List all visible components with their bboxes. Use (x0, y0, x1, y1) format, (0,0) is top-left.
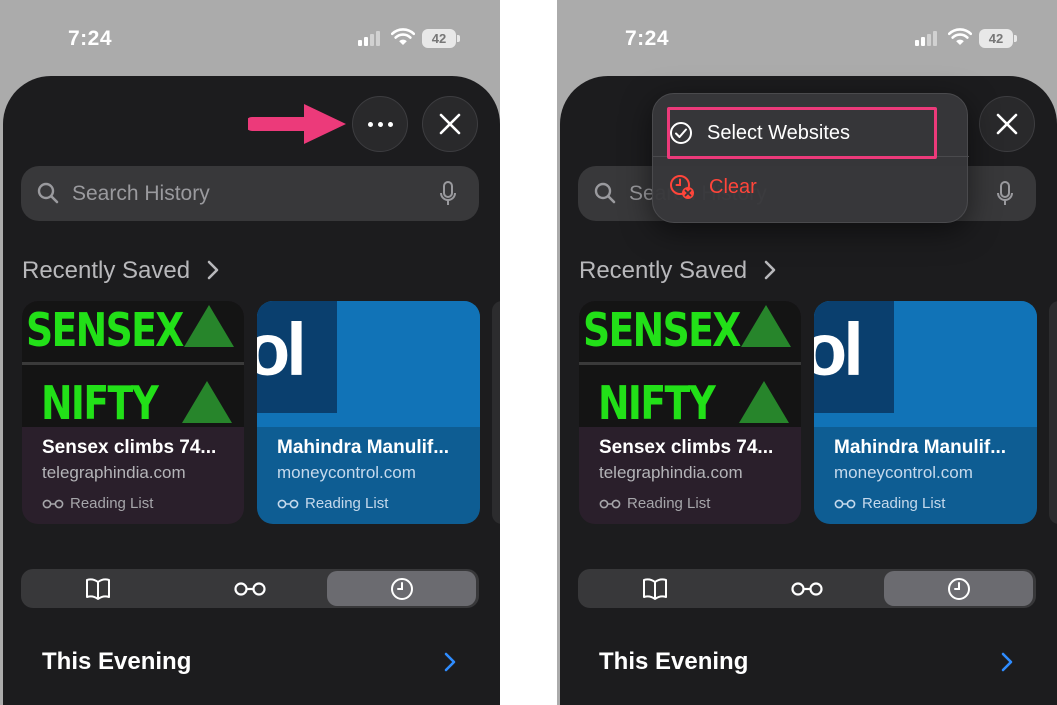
library-segmented-control (578, 569, 1036, 608)
ellipsis-icon (367, 121, 393, 127)
search-icon (37, 182, 59, 204)
battery-tip (1014, 35, 1017, 42)
search-history-field[interactable]: Search History (21, 166, 479, 221)
tab-bookmarks[interactable] (580, 571, 729, 606)
reading-list-badge: Reading List (277, 495, 388, 512)
battery-tip (457, 35, 460, 42)
chevron-right-icon (764, 260, 776, 280)
saved-card-sensex[interactable]: SENSEX NIFTY Sensex climbs 74... telegra… (22, 301, 244, 524)
saved-card-sensex[interactable]: SENSEX NIFTY Sensex climbs 74... telegra… (579, 301, 801, 524)
close-button[interactable] (979, 96, 1035, 152)
glasses-icon (790, 581, 823, 596)
microphone-icon[interactable] (996, 181, 1014, 207)
card-thumbnail: SENSEX NIFTY (22, 301, 244, 427)
annotation-arrow-icon (248, 104, 346, 144)
tab-reading-list[interactable] (732, 571, 881, 606)
close-icon (439, 113, 461, 135)
cellular-signal-icon (358, 30, 384, 46)
card-domain: telegraphindia.com (42, 463, 186, 482)
chevron-right-icon[interactable] (444, 652, 456, 672)
status-time: 7:24 (68, 27, 113, 50)
battery-icon: 42 (422, 29, 456, 48)
status-time: 7:24 (625, 27, 670, 50)
saved-card-mahindra[interactable]: ol Mahindra Manulif... moneycontrol.com … (257, 301, 480, 524)
clock-delete-icon (670, 175, 694, 199)
up-triangle-icon (184, 305, 234, 347)
saved-card-partial[interactable] (1049, 301, 1057, 524)
tab-bookmarks[interactable] (23, 571, 172, 606)
search-icon (594, 182, 616, 204)
up-triangle-icon (741, 305, 791, 347)
cellular-signal-icon (915, 30, 941, 46)
card-domain: moneycontrol.com (277, 463, 416, 482)
up-triangle-icon (182, 381, 232, 423)
close-icon (996, 113, 1018, 135)
annotation-highlight-box (667, 107, 937, 159)
reading-list-badge: Reading List (42, 495, 153, 512)
battery-icon: 42 (979, 29, 1013, 48)
reading-list-label: Reading List (862, 495, 946, 512)
reading-list-badge: Reading List (834, 495, 945, 512)
tab-history[interactable] (327, 571, 476, 606)
card-thumbnail: ol (257, 301, 480, 427)
section-title-this-evening: This Evening (599, 648, 749, 675)
clock-icon (390, 577, 413, 600)
chevron-right-icon[interactable] (1001, 652, 1013, 672)
tab-history[interactable] (884, 571, 1033, 606)
glasses-icon (42, 499, 64, 508)
thumb-sensex-text: SENSEX (583, 303, 741, 357)
saved-card-mahindra[interactable]: ol Mahindra Manulif... moneycontrol.com … (814, 301, 1037, 524)
close-button[interactable] (422, 96, 478, 152)
more-options-button[interactable] (352, 96, 408, 152)
search-placeholder: Search History (72, 182, 210, 205)
phone-screenshot-right: 7:24 42 Search History Recently Saved SE… (557, 0, 1057, 705)
card-title: Mahindra Manulif... (834, 437, 1007, 458)
glasses-icon (277, 499, 299, 508)
status-bar: 7:24 42 (557, 0, 1057, 70)
glasses-icon (233, 581, 266, 596)
glasses-icon (599, 499, 621, 508)
card-title: Sensex climbs 74... (42, 437, 217, 458)
reading-list-label: Reading List (70, 495, 154, 512)
card-title: Mahindra Manulif... (277, 437, 450, 458)
up-triangle-icon (739, 381, 789, 423)
tab-reading-list[interactable] (175, 571, 324, 606)
reading-list-label: Reading List (627, 495, 711, 512)
chevron-right-icon (207, 260, 219, 280)
thumb-logo-text: ol (257, 308, 307, 391)
thumb-sensex-text: SENSEX (26, 303, 184, 357)
thumb-nifty-text: NIFTY (598, 376, 716, 427)
recently-saved-header[interactable]: Recently Saved (22, 257, 190, 285)
history-sheet: Search History Recently Saved SENSEX NIF… (3, 76, 500, 705)
phone-screenshot-left: 7:24 42 Search History Recently Saved SE… (0, 0, 500, 705)
saved-card-partial[interactable] (492, 301, 500, 524)
thumb-logo-text: ol (814, 308, 864, 391)
microphone-icon[interactable] (439, 181, 457, 207)
section-title-this-evening: This Evening (42, 648, 192, 675)
card-thumbnail: ol (814, 301, 1037, 427)
menu-item-label: Clear (709, 175, 757, 198)
reading-list-label: Reading List (305, 495, 389, 512)
wifi-icon (391, 28, 415, 45)
card-title: Sensex climbs 74... (599, 437, 774, 458)
clock-icon (947, 577, 970, 600)
library-segmented-control (21, 569, 479, 608)
card-thumbnail: SENSEX NIFTY (579, 301, 801, 427)
book-icon (85, 577, 110, 600)
card-domain: telegraphindia.com (599, 463, 743, 482)
card-domain: moneycontrol.com (834, 463, 973, 482)
book-icon (642, 577, 667, 600)
wifi-icon (948, 28, 972, 45)
glasses-icon (834, 499, 856, 508)
menu-item-clear[interactable]: Clear (669, 167, 939, 207)
thumb-nifty-text: NIFTY (41, 376, 159, 427)
status-bar: 7:24 42 (0, 0, 500, 70)
reading-list-badge: Reading List (599, 495, 710, 512)
recently-saved-header[interactable]: Recently Saved (579, 257, 747, 285)
